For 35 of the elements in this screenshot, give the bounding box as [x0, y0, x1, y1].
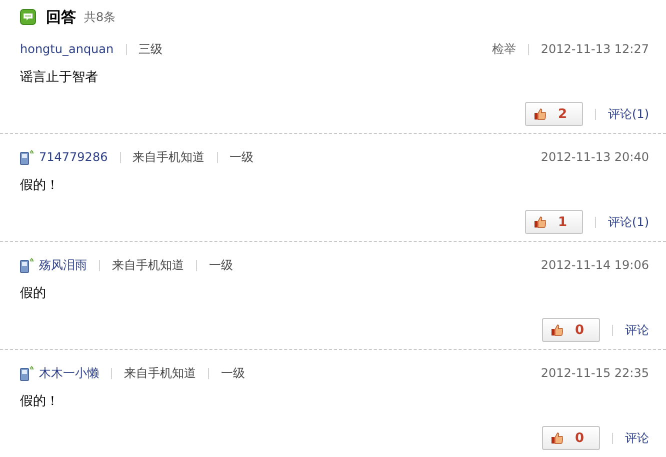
answer-text: 谣言止于智者 [20, 69, 99, 86]
answer-text: 假的 [20, 285, 47, 302]
speech-bubble-icon [20, 9, 36, 25]
comment-link[interactable]: 评论 [625, 322, 649, 338]
answer-time: 2012-11-13 12:27 [540, 42, 649, 56]
comment-link[interactable]: 评论 [625, 430, 649, 446]
thumbs-up-icon [551, 432, 563, 444]
answer-count: 共8条 [84, 8, 116, 26]
comment-link[interactable]: 评论(1) [608, 214, 649, 230]
user-level: 一级 [221, 364, 245, 382]
username-link[interactable]: 殇风泪雨 [39, 256, 87, 274]
like-button[interactable]: 0 [542, 318, 600, 342]
user-level: 一级 [209, 256, 233, 274]
username-link[interactable]: 714779286 [39, 150, 108, 164]
answer-time: 2012-11-14 19:06 [540, 258, 649, 272]
like-button[interactable]: 1 [525, 210, 583, 234]
answer-text: 假的！ [20, 393, 60, 410]
report-link[interactable]: 检举 [492, 40, 516, 58]
user-level: 一级 [230, 148, 254, 166]
like-button[interactable]: 2 [525, 102, 583, 126]
source-label: 来自手机知道 [112, 256, 184, 274]
answer-time: 2012-11-13 20:40 [540, 150, 649, 164]
thumbs-up-icon [551, 324, 563, 336]
thumbs-up-icon [534, 108, 546, 120]
source-label: 来自手机知道 [132, 148, 205, 166]
username-link[interactable]: 木木一小懒 [39, 364, 99, 382]
username-link[interactable]: hongtu_anquan [20, 42, 114, 56]
like-button[interactable]: 0 [542, 426, 600, 450]
user-level: 三级 [138, 40, 163, 58]
answer-text: 假的！ [20, 177, 60, 194]
section-title: 回答 [46, 8, 76, 26]
thumbs-up-icon [534, 216, 546, 228]
answer-time: 2012-11-15 22:35 [540, 366, 649, 380]
source-label: 来自手机知道 [124, 364, 196, 382]
comment-link[interactable]: 评论(1) [608, 106, 649, 122]
